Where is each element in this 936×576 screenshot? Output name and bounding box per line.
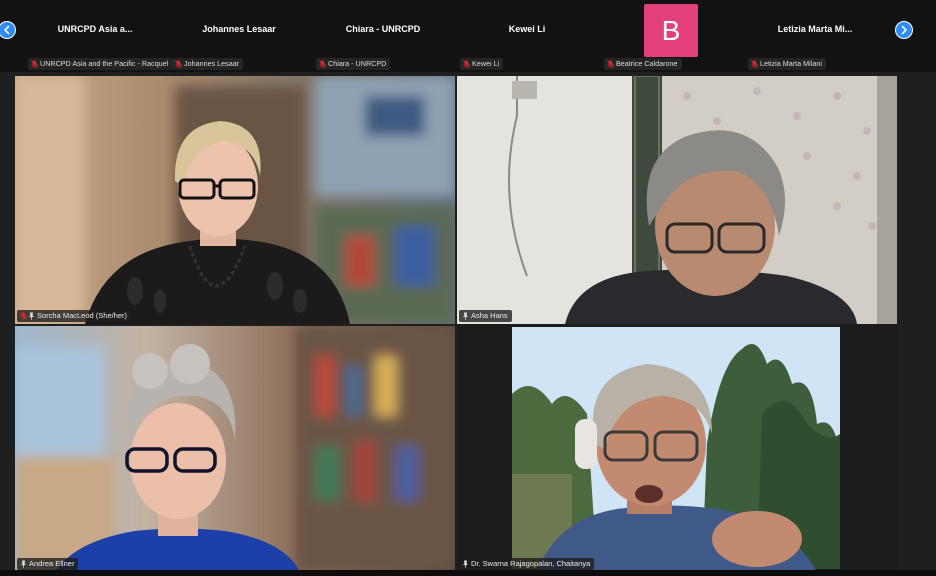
participant-display-name: UNRCPD Asia a... — [57, 24, 133, 34]
strip-prev-button[interactable] — [0, 21, 16, 39]
mic-muted-icon — [31, 60, 38, 68]
strip-tile[interactable]: Johannes Lesaar Johannes Lesaar — [170, 0, 308, 72]
participant-display-name: Letizia Marta Mi... — [777, 24, 853, 34]
mic-muted-icon — [463, 60, 470, 68]
pin-icon — [463, 560, 468, 568]
participant-name-tag: UNRCPD Asia and the Pacific - Racquel — [28, 58, 173, 70]
participant-name-tag: Dr. Swarna Rajagopalan, Chaitanya — [459, 558, 595, 570]
participant-name-tag: Sorcha MacLeod (She/her) — [17, 310, 132, 322]
participant-strip: UNRCPD Asia a... UNRCPD Asia and the Pac… — [0, 0, 936, 72]
video-feed — [457, 324, 897, 572]
participant-display-name: Johannes Lesaar — [202, 24, 276, 34]
participant-name-tag: Kewei Li — [460, 58, 504, 70]
window-bottom-edge — [0, 570, 936, 576]
strip-tile[interactable]: B Beatrice Caldarone — [602, 0, 740, 72]
video-feed — [457, 76, 897, 324]
strip-tile[interactable]: Kewei Li Kewei Li — [458, 0, 596, 72]
chevron-left-icon — [3, 25, 10, 35]
mic-muted-icon — [751, 60, 758, 68]
chevron-right-icon — [901, 25, 908, 35]
strip-tile[interactable]: UNRCPD Asia a... UNRCPD Asia and the Pac… — [26, 0, 173, 72]
strip-next-button[interactable] — [895, 21, 913, 39]
strip-tile[interactable]: Letizia Marta Mi... Letizia Marta Milani — [746, 0, 884, 72]
participant-name-tag: Asha Hans — [459, 310, 512, 322]
mic-muted-icon — [20, 312, 27, 320]
participant-name-tag: Andrea Ellner — [17, 558, 79, 570]
pin-icon — [463, 312, 468, 320]
video-tile[interactable]: Andrea Ellner — [15, 326, 455, 572]
pin-icon — [29, 312, 34, 320]
participant-name-tag: Chiara - UNRCPD — [316, 58, 391, 70]
mic-muted-icon — [319, 60, 326, 68]
video-tile[interactable]: Sorcha MacLeod (She/her) — [15, 76, 455, 324]
avatar: B — [644, 4, 698, 57]
participant-name-tag: Letizia Marta Milani — [748, 58, 826, 70]
video-tile[interactable]: Asha Hans — [457, 76, 897, 324]
participant-name-tag: Beatrice Caldarone — [604, 58, 682, 70]
pin-icon — [21, 560, 26, 568]
participant-name-tag: Johannes Lesaar — [172, 58, 244, 70]
video-tile-active-speaker[interactable]: Dr. Swarna Rajagopalan, Chaitanya — [457, 324, 897, 572]
strip-tile[interactable]: Chiara - UNRCPD Chiara - UNRCPD — [314, 0, 452, 72]
participant-display-name: Chiara - UNRCPD — [345, 24, 421, 34]
video-feed — [15, 76, 455, 324]
video-grid: Sorcha MacLeod (She/her) Asha Hans Andre… — [0, 72, 936, 576]
mic-muted-icon — [607, 60, 614, 68]
mic-muted-icon — [175, 60, 182, 68]
participant-display-name: Kewei Li — [508, 24, 546, 34]
video-feed — [15, 326, 455, 572]
